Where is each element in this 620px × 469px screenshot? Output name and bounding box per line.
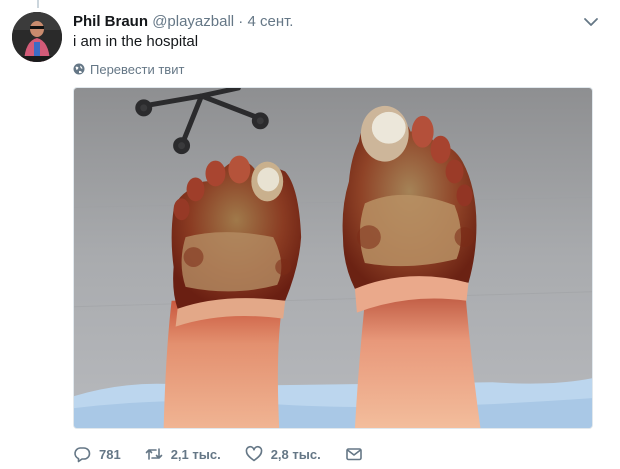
chevron-down-icon[interactable] [582, 14, 600, 30]
translate-tweet-label: Перевести твит [90, 61, 185, 77]
globe-icon [73, 63, 85, 75]
author-name[interactable]: Phil Braun [73, 13, 148, 30]
like-button[interactable]: 2,8 тыс. [245, 445, 321, 463]
tweet-photo[interactable] [73, 87, 593, 429]
tweet-header: Phil Braun @playazball · 4 сент. [73, 12, 600, 32]
like-count: 2,8 тыс. [270, 446, 321, 462]
heart-icon [245, 445, 263, 462]
thread-connector-line [37, 0, 39, 8]
envelope-icon [345, 448, 362, 461]
avatar-image [12, 12, 62, 62]
header-separator: · [238, 13, 244, 30]
reply-icon [74, 447, 91, 463]
direct-message-button[interactable] [345, 445, 363, 463]
avatar[interactable] [12, 12, 62, 62]
tweet-actions: 781 2,1 тыс. 2,8 тыс. [73, 444, 387, 464]
reply-count: 781 [99, 446, 121, 462]
reply-button[interactable]: 781 [73, 445, 121, 463]
photo-content [74, 88, 592, 428]
tweet-timestamp[interactable]: 4 сент. [247, 13, 293, 30]
retweet-count: 2,1 тыс. [170, 446, 221, 462]
translate-tweet-link[interactable]: Перевести твит [73, 61, 184, 77]
retweet-icon [145, 448, 163, 460]
tweet-text: i am in the hospital [73, 33, 199, 50]
author-handle[interactable]: @playazball [152, 13, 234, 30]
retweet-button[interactable]: 2,1 тыс. [145, 445, 221, 463]
